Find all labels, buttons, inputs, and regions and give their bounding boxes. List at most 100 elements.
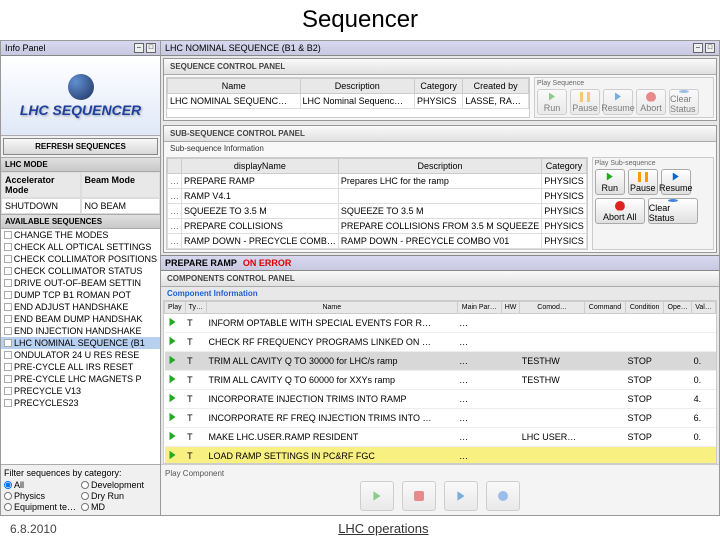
maximize-icon[interactable]: □ (705, 43, 715, 53)
seq-by: LASSE, RA… (463, 94, 529, 109)
filter-radio[interactable] (4, 492, 12, 500)
filter-option[interactable]: Physics (4, 491, 80, 501)
play-icon[interactable] (167, 335, 179, 347)
list-item[interactable]: CHECK COLLIMATOR POSITIONS (1, 253, 160, 265)
list-item[interactable]: PRE-CYCLE ALL IRS RESET (1, 361, 160, 373)
table-row[interactable]: TCHECK RF FREQUENCY PROGRAMS LINKED ON …… (165, 333, 716, 352)
file-icon (4, 315, 12, 323)
seq-cat: PHYSICS (415, 94, 463, 109)
table-row[interactable]: TINCORPORATE RF FREQ INJECTION TRIMS INT… (165, 409, 716, 428)
run-button[interactable]: Run (595, 169, 625, 195)
resume-button[interactable]: Resume (603, 89, 633, 115)
prepare-ramp-bar: PREPARE RAMP ON ERROR (161, 255, 719, 271)
seq-item-label: PRECYCLES23 (14, 398, 79, 408)
list-item[interactable]: ONDULATOR 24 U RES RESE (1, 349, 160, 361)
filter-radio[interactable] (81, 492, 89, 500)
seq-item-label: CHECK COLLIMATOR POSITIONS (14, 254, 157, 264)
list-item[interactable]: PRE-CYCLE LHC MAGNETS P (1, 373, 160, 385)
table-row[interactable]: …PREPARE RAMPPrepares LHC for the rampPH… (168, 174, 587, 189)
table-row[interactable]: …RAMP V4.1PHYSICS (168, 189, 587, 204)
play-comp-stop-button[interactable] (402, 481, 436, 511)
maximize-icon[interactable]: □ (146, 43, 156, 53)
list-item[interactable]: CHECK ALL OPTICAL SETTINGS (1, 241, 160, 253)
file-icon (4, 399, 12, 407)
pause-button[interactable]: Pause (570, 89, 600, 115)
play-icon[interactable] (167, 449, 179, 461)
play-icon[interactable] (167, 354, 179, 366)
list-item[interactable]: CHANGE THE MODES (1, 229, 160, 241)
table-header: Val… (692, 302, 716, 314)
resume-icon (613, 92, 623, 102)
sequence-list[interactable]: CHANGE THE MODESCHECK ALL OPTICAL SETTIN… (1, 229, 160, 464)
list-item[interactable]: END ADJUST HANDSHAKE (1, 301, 160, 313)
table-header: Main Par… (457, 302, 501, 314)
sub-ctrl-header: SUB-SEQUENCE CONTROL PANEL (164, 126, 716, 142)
pause-icon (638, 172, 648, 182)
file-icon (4, 303, 12, 311)
table-row[interactable]: …PREPARE COLLISIONSPREPARE COLLISIONS FR… (168, 219, 587, 234)
table-row[interactable]: TMAKE LHC.USER.RAMP RESIDENT…LHC USER…ST… (165, 428, 716, 447)
list-item[interactable]: END BEAM DUMP HANDSHAK (1, 313, 160, 325)
list-item[interactable]: LHC NOMINAL SEQUENCE (B1 (1, 337, 160, 349)
table-header: Comod… (520, 302, 585, 314)
table-row[interactable]: TLOAD RAMP SETTINGS IN PC&RF FGC… (165, 447, 716, 465)
list-item[interactable]: DRIVE OUT-OF-BEAM SETTIN (1, 277, 160, 289)
sub-sequence-table[interactable]: displayNameDescriptionCategory…PREPARE R… (166, 157, 588, 250)
resume-button[interactable]: Resume (661, 169, 691, 195)
minimize-icon[interactable]: – (134, 43, 144, 53)
run-button[interactable]: Run (537, 89, 567, 115)
run-icon (547, 92, 557, 102)
mode-col-beam: Beam Mode (81, 172, 161, 198)
play-icon[interactable] (167, 411, 179, 423)
filter-option[interactable]: Equipment te… (4, 502, 80, 512)
filter-radio[interactable] (4, 481, 12, 489)
abort-button[interactable]: Abort (636, 89, 666, 115)
filter-option[interactable]: MD (81, 502, 157, 512)
play-icon[interactable] (167, 373, 179, 385)
play-comp-run-button[interactable] (360, 481, 394, 511)
minimize-icon[interactable]: – (693, 43, 703, 53)
filter-option[interactable]: Development (81, 480, 157, 490)
seq-item-label: LHC NOMINAL SEQUENCE (B1 (14, 338, 145, 348)
filter-option[interactable]: Dry Run (81, 491, 157, 501)
table-header: Ty… (185, 302, 206, 314)
pause-button[interactable]: Pause (628, 169, 658, 195)
filter-radio[interactable] (81, 503, 89, 511)
play-component-box: Play Component (161, 464, 719, 515)
abort-icon (615, 201, 625, 211)
filter-option[interactable]: All (4, 480, 80, 490)
filter-radio[interactable] (4, 503, 12, 511)
table-row[interactable]: TTRIM ALL CAVITY Q TO 60000 for XXYs ram… (165, 371, 716, 390)
file-icon (4, 375, 12, 383)
file-icon (4, 255, 12, 263)
table-row[interactable]: TINFORM OPTABLE WITH SPECIAL EVENTS FOR … (165, 314, 716, 333)
table-row[interactable]: TTRIM ALL CAVITY Q TO 30000 for LHC/s ra… (165, 352, 716, 371)
clear-status-button[interactable]: Clear Status (648, 198, 698, 224)
list-item[interactable]: PRECYCLE V13 (1, 385, 160, 397)
play-comp-skip-button[interactable] (444, 481, 478, 511)
list-item[interactable]: CHECK COLLIMATOR STATUS (1, 265, 160, 277)
abort-all-button[interactable]: Abort All (595, 198, 645, 224)
logo-area: LHC SEQUENCER (1, 56, 160, 136)
table-row[interactable]: …RAMP DOWN - PRECYCLE COMB…RAMP DOWN - P… (168, 234, 587, 249)
file-icon (4, 231, 12, 239)
filter-radio[interactable] (81, 481, 89, 489)
list-item[interactable]: END INJECTION HANDSHAKE (1, 325, 160, 337)
list-item[interactable]: PRECYCLES23 (1, 397, 160, 409)
comp-ctrl-header: COMPONENTS CONTROL PANEL (161, 271, 719, 287)
seq-ctrl-header: SEQUENCE CONTROL PANEL (164, 59, 716, 75)
file-icon (4, 327, 12, 335)
play-icon[interactable] (167, 392, 179, 404)
table-row[interactable]: TINCORPORATE INJECTION TRIMS INTO RAMP…S… (165, 390, 716, 409)
file-icon (4, 243, 12, 251)
list-item[interactable]: DUMP TCP B1 ROMAN POT (1, 289, 160, 301)
clear-status-button[interactable]: Clear Status (669, 89, 699, 115)
play-icon[interactable] (167, 316, 179, 328)
play-comp-clear-button[interactable] (486, 481, 520, 511)
comp-info-label: Component Information (161, 287, 719, 300)
refresh-sequences-button[interactable]: REFRESH SEQUENCES (3, 138, 158, 155)
table-row[interactable]: …SQUEEZE TO 3.5 MSQUEEZE TO 3.5 MPHYSICS (168, 204, 587, 219)
component-table[interactable]: PlayTy…NameMain Par…HWComod…CommandCondi… (163, 300, 717, 464)
footer: 6.8.2010 LHC operations (0, 517, 720, 540)
play-icon[interactable] (167, 430, 179, 442)
